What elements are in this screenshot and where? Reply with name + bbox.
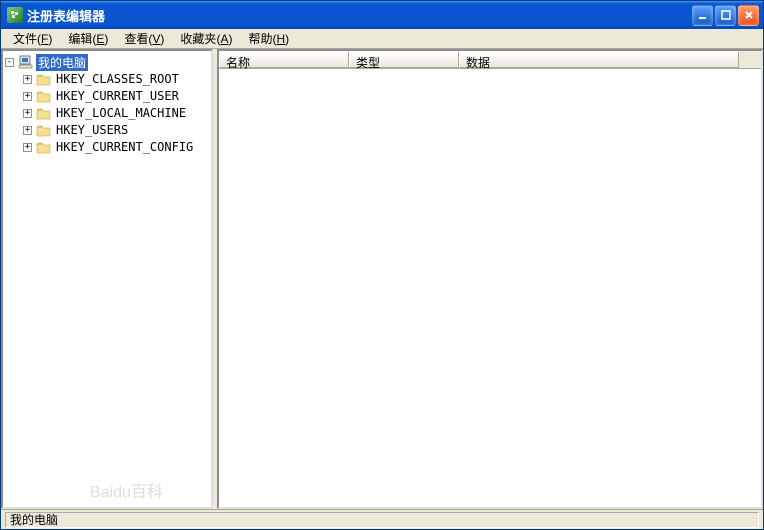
tree-root-label[interactable]: 我的电脑 xyxy=(36,54,88,71)
collapse-icon[interactable]: - xyxy=(5,58,14,67)
tree-label[interactable]: HKEY_LOCAL_MACHINE xyxy=(54,106,188,120)
list-header: 名称 类型 数据 xyxy=(219,51,761,69)
window-title: 注册表编辑器 xyxy=(27,6,692,25)
app-icon xyxy=(7,7,23,23)
computer-icon xyxy=(18,55,34,69)
tree-root[interactable]: - 我的电脑 xyxy=(5,54,209,70)
tree-children: + HKEY_CLASSES_ROOT + HKEY_CURRENT_USER … xyxy=(5,71,209,155)
menu-bar: 文件(F) 编辑(E) 查看(V) 收藏夹(A) 帮助(H) xyxy=(1,29,763,49)
folder-icon xyxy=(36,140,52,154)
menu-file[interactable]: 文件(F) xyxy=(5,28,60,49)
tree-node-hku[interactable]: + HKEY_USERS xyxy=(23,122,209,138)
tree-label[interactable]: HKEY_USERS xyxy=(54,123,130,137)
tree-pane[interactable]: - 我的电脑 + HKEY_CLASSES_ROOT + HKEY_CURREN… xyxy=(1,49,213,509)
window-buttons xyxy=(692,5,759,26)
tree-label[interactable]: HKEY_CURRENT_USER xyxy=(54,89,181,103)
tree-label[interactable]: HKEY_CURRENT_CONFIG xyxy=(54,140,195,154)
menu-help[interactable]: 帮助(H) xyxy=(240,28,297,49)
tree-node-hkcc[interactable]: + HKEY_CURRENT_CONFIG xyxy=(23,139,209,155)
folder-icon xyxy=(36,106,52,120)
title-bar: 注册表编辑器 xyxy=(1,1,763,29)
tree-label[interactable]: HKEY_CLASSES_ROOT xyxy=(54,72,181,86)
col-name[interactable]: 名称 xyxy=(219,51,349,68)
expand-icon[interactable]: + xyxy=(23,75,32,84)
status-bar: 我的电脑 xyxy=(1,509,763,529)
maximize-button[interactable] xyxy=(715,5,736,26)
status-path: 我的电脑 xyxy=(5,512,759,528)
col-type[interactable]: 类型 xyxy=(349,51,459,68)
col-data[interactable]: 数据 xyxy=(459,51,739,68)
tree-node-hklm[interactable]: + HKEY_LOCAL_MACHINE xyxy=(23,105,209,121)
expand-icon[interactable]: + xyxy=(23,92,32,101)
folder-icon xyxy=(36,89,52,103)
list-body[interactable] xyxy=(219,69,761,507)
expand-icon[interactable]: + xyxy=(23,126,32,135)
folder-icon xyxy=(36,123,52,137)
close-button[interactable] xyxy=(738,5,759,26)
registry-tree: - 我的电脑 + HKEY_CLASSES_ROOT + HKEY_CURREN… xyxy=(5,54,209,155)
folder-icon xyxy=(36,72,52,86)
menu-edit[interactable]: 编辑(E) xyxy=(60,28,116,49)
tree-node-hkcr[interactable]: + HKEY_CLASSES_ROOT xyxy=(23,71,209,87)
menu-favorites[interactable]: 收藏夹(A) xyxy=(172,28,240,49)
content-area: - 我的电脑 + HKEY_CLASSES_ROOT + HKEY_CURREN… xyxy=(1,49,763,509)
list-pane[interactable]: 名称 类型 数据 xyxy=(217,49,763,509)
tree-node-hkcu[interactable]: + HKEY_CURRENT_USER xyxy=(23,88,209,104)
expand-icon[interactable]: + xyxy=(23,143,32,152)
menu-view[interactable]: 查看(V) xyxy=(116,28,172,49)
minimize-button[interactable] xyxy=(692,5,713,26)
expand-icon[interactable]: + xyxy=(23,109,32,118)
